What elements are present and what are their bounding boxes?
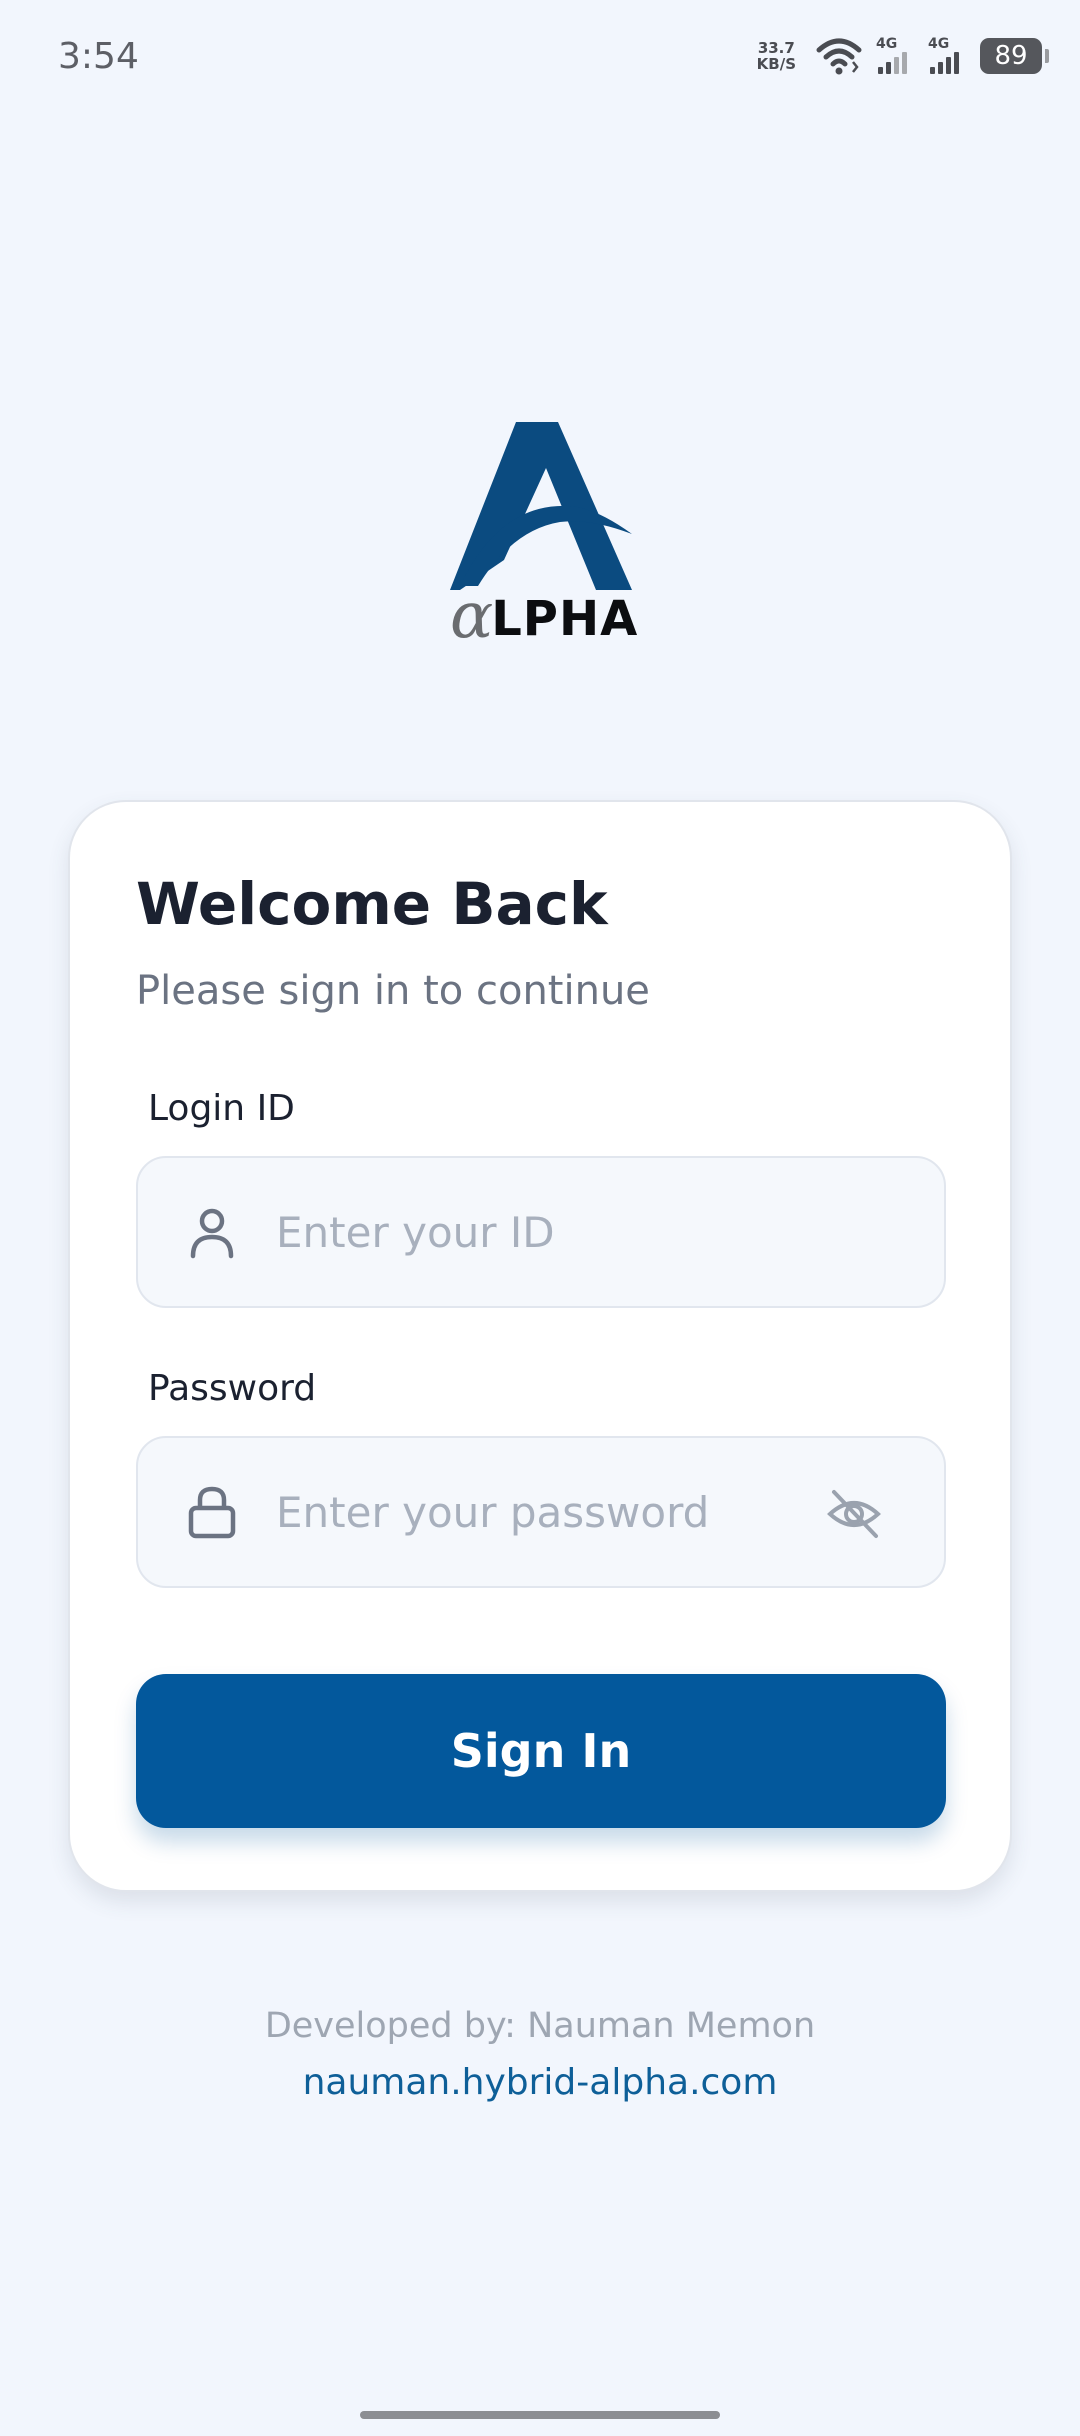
network-speed-unit: KB/S	[756, 55, 796, 73]
status-time: 3:54	[58, 36, 139, 77]
signal-icon: 4G	[928, 34, 966, 78]
signal-label: 4G	[876, 36, 898, 52]
network-speed-value: 33.7	[757, 39, 795, 57]
signal-icon: 4G	[876, 34, 914, 78]
developer-link[interactable]: nauman.hybrid-alpha.com	[0, 2062, 1080, 2103]
logo-alpha-glyph: α	[450, 579, 494, 653]
login-id-input[interactable]	[276, 1158, 836, 1306]
status-icons: 33.7 KB/S 4G 4G 89	[757, 34, 1049, 78]
eye-off-icon[interactable]	[824, 1484, 884, 1544]
logo-a-mark	[450, 422, 632, 590]
password-input[interactable]	[276, 1438, 836, 1586]
page-title: Welcome Back	[136, 870, 608, 938]
network-speed: 33.7 KB/S	[757, 40, 796, 72]
logo-text: LPHA	[491, 591, 639, 647]
home-indicator[interactable]	[360, 2411, 720, 2419]
signal-label: 4G	[928, 36, 950, 52]
password-label: Password	[148, 1368, 317, 1409]
developer-credit: Developed by: Nauman Memon	[264, 2006, 816, 2046]
battery-level: 89	[994, 41, 1028, 71]
user-icon	[190, 1208, 234, 1259]
battery-icon: 89	[980, 38, 1049, 74]
logo-wordmark: α LPHA	[450, 579, 639, 653]
status-bar: 3:54 33.7 KB/S 4G 4G 89	[0, 0, 1080, 120]
login-id-label: Login ID	[148, 1088, 295, 1129]
lock-icon	[188, 1486, 236, 1539]
wifi-icon	[816, 38, 862, 75]
password-field[interactable]	[136, 1436, 946, 1588]
app-logo: α LPHA	[420, 410, 660, 650]
page-subtitle: Please sign in to continue	[136, 968, 650, 1014]
sign-in-button[interactable]: Sign In	[136, 1674, 946, 1828]
login-id-field[interactable]	[136, 1156, 946, 1308]
login-card: Welcome Back Please sign in to continue …	[68, 800, 1012, 1892]
